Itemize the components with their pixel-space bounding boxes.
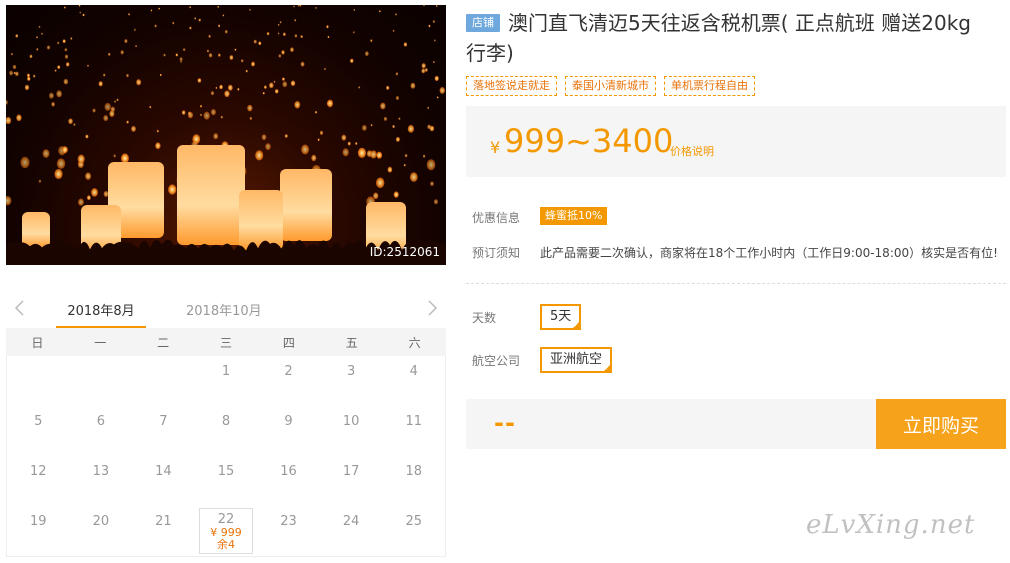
airline-option[interactable]: 亚洲航空 ✓ xyxy=(540,347,613,373)
shop-badge[interactable]: 店铺 xyxy=(466,14,500,32)
calendar-blank xyxy=(7,356,70,406)
calendar-blank xyxy=(132,356,195,406)
calendar-day: 15 xyxy=(217,464,235,479)
calendar-day: 10 xyxy=(342,414,360,429)
calendar-day: 1 xyxy=(221,364,231,379)
price-box: ¥ 999~3400 价格说明 xyxy=(466,106,1006,177)
currency-symbol: ¥ xyxy=(490,138,501,157)
calendar-day: 21 xyxy=(155,514,172,529)
calendar-day: 5 xyxy=(34,414,43,429)
calendar-blank xyxy=(70,356,133,406)
airline-label: 航空公司 xyxy=(472,354,521,368)
product-photo[interactable]: ID:2512061 xyxy=(6,5,446,265)
product-tags: 落地签说走就走 泰国小清新城市 单机票行程自由 xyxy=(466,76,755,96)
watermark-logo: eLvXing.net xyxy=(806,510,976,540)
day-stock: 余4 xyxy=(216,538,235,551)
calendar-day: 8 xyxy=(221,414,231,429)
weekday-label: 一 xyxy=(94,335,107,350)
calendar-day-available[interactable]: 22 ¥ 999 余4 xyxy=(198,508,254,554)
weekday-label: 五 xyxy=(345,335,358,350)
calendar-day: 12 xyxy=(30,464,47,479)
weekday-label: 日 xyxy=(31,335,44,350)
airline-option-label: 亚洲航空 xyxy=(550,352,603,367)
promo-badge: 蜂蜜抵10% xyxy=(540,207,608,225)
product-title: 店铺 澳门直飞清迈5天往返含税机票( 正点航班 赠送20kg行李) xyxy=(466,8,986,68)
calendar-day: 20 xyxy=(92,514,110,529)
calendar-header: 2018年8月 2018年10月 xyxy=(6,290,446,328)
price-note-link[interactable]: 价格说明 xyxy=(670,143,714,159)
calendar-day: 14 xyxy=(155,464,172,479)
calendar-day: 9 xyxy=(284,414,293,429)
calendar-day: 3 xyxy=(346,364,356,379)
day-number: 22 xyxy=(217,512,235,527)
purchase-bar: -- 立即购买 xyxy=(466,399,1006,449)
calendar-day: 11 xyxy=(405,414,422,429)
notice-text: 此产品需要二次确认，商家将在18个工作小时内（工作日9:00-18:00）核实是… xyxy=(540,246,998,260)
calendar-day: 13 xyxy=(92,464,110,479)
calendar-day: 16 xyxy=(280,464,297,479)
date-calendar: 2018年8月 2018年10月 日一二三四五六 1 2 3 4 5 6 7 8 9 10 11 12… xyxy=(6,290,446,560)
weekday-label: 六 xyxy=(408,335,421,350)
calendar-day: 2 xyxy=(284,364,293,379)
weekday-header: 日一二三四五六 xyxy=(6,328,446,356)
price-range: 999~3400 xyxy=(504,122,674,160)
tag-item: 落地签说走就走 xyxy=(466,76,557,96)
tab-month-next[interactable]: 2018年10月 xyxy=(186,300,262,319)
product-title-text: 澳门直飞清迈5天往返含税机票( 正点航班 赠送20kg行李) xyxy=(466,11,971,65)
tag-item: 泰国小清新城市 xyxy=(565,76,656,96)
days-option[interactable]: 5天 ✓ xyxy=(540,304,582,330)
buy-now-button[interactable]: 立即购买 xyxy=(876,399,1006,449)
weekday-label: 二 xyxy=(157,335,170,350)
chevron-left-icon[interactable] xyxy=(10,298,30,318)
calendar-day: 18 xyxy=(405,464,422,479)
promo-label: 优惠信息 xyxy=(472,211,521,225)
calendar-day: 25 xyxy=(405,514,422,529)
days-option-label: 5天 xyxy=(550,309,572,324)
weekday-label: 四 xyxy=(282,335,295,350)
total-price: -- xyxy=(494,409,516,437)
calendar-day: 23 xyxy=(280,514,297,529)
notice-label: 预订须知 xyxy=(472,246,521,260)
divider xyxy=(466,283,1006,284)
tag-item: 单机票行程自由 xyxy=(664,76,755,96)
check-icon: ✓ xyxy=(604,364,611,372)
weekday-label: 三 xyxy=(219,335,232,350)
calendar-day: 19 xyxy=(30,514,47,529)
calendar-day: 7 xyxy=(159,414,168,429)
calendar-day: 4 xyxy=(409,364,418,379)
calendar-day: 24 xyxy=(342,514,360,529)
photo-id: ID:2512061 xyxy=(369,245,440,259)
calendar-grid: 1 2 3 4 5 6 7 8 9 10 11 12 13 14 15 16 17 18 19 20 21 22 ¥ 999… xyxy=(6,356,446,557)
chevron-right-icon[interactable] xyxy=(422,298,442,318)
days-label: 天数 xyxy=(472,311,497,325)
tab-month-current[interactable]: 2018年8月 xyxy=(56,300,146,328)
calendar-day: 17 xyxy=(342,464,360,479)
lantern-photo-art xyxy=(6,5,446,265)
check-icon: ✓ xyxy=(573,321,580,329)
calendar-day: 6 xyxy=(96,414,105,429)
